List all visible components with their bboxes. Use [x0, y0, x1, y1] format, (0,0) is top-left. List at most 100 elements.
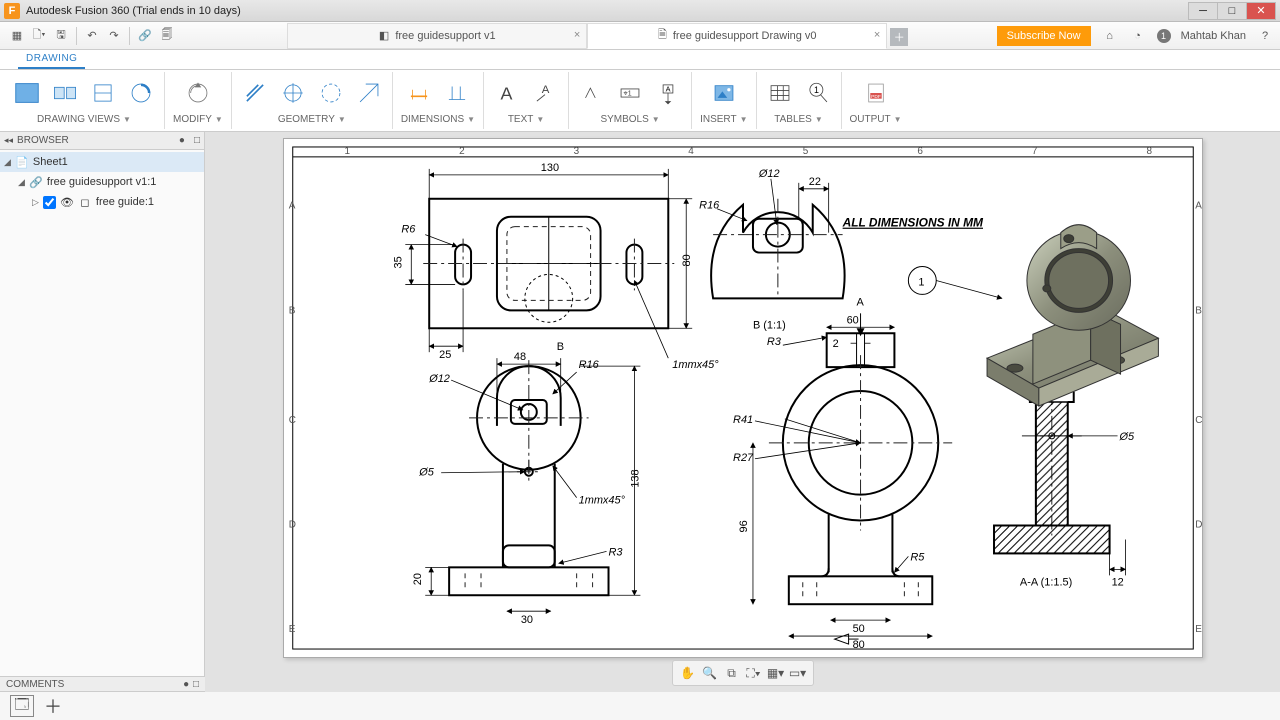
surface-texture-icon[interactable]: [577, 76, 607, 110]
tree-body[interactable]: ▷ 👁 ◻ free guide:1: [0, 192, 204, 212]
text-icon[interactable]: A: [492, 76, 522, 110]
leader-text-icon[interactable]: A: [530, 76, 560, 110]
svg-text:Ø12: Ø12: [757, 168, 779, 180]
drawing-sheet[interactable]: 1 2 3 4 5 6 7 8 AA BB CC DD EE ALL DIMEN…: [283, 138, 1203, 658]
projected-view-icon[interactable]: [50, 76, 80, 110]
tree-sheet[interactable]: ◢ 📄 Sheet1: [0, 152, 204, 172]
svg-text:A: A: [856, 296, 864, 308]
centerline-icon[interactable]: [240, 76, 270, 110]
sheet-icon[interactable]: 🗐: [156, 25, 178, 47]
svg-text:5: 5: [802, 146, 808, 157]
centermark-icon[interactable]: [278, 76, 308, 110]
detail-b[interactable]: R16 Ø12 22 B (1:1): [699, 168, 844, 331]
tree-model[interactable]: ◢ 🔗 free guidesupport v1:1: [0, 172, 204, 192]
tab-close-icon[interactable]: ×: [574, 29, 580, 41]
doc-tab-design[interactable]: ◧ free guidesupport v1 ×: [287, 23, 587, 49]
svg-text:⌖1: ⌖1: [624, 88, 632, 97]
svg-text:R6: R6: [401, 224, 416, 236]
add-sheet-icon[interactable]: ＋: [44, 693, 62, 719]
svg-text:PDF: PDF: [871, 94, 881, 100]
subscribe-button[interactable]: Subscribe Now: [997, 26, 1091, 46]
eye-icon[interactable]: 👁: [60, 195, 74, 209]
link-icon[interactable]: 🔗: [134, 25, 156, 47]
iso-view[interactable]: [987, 225, 1158, 406]
detail-view-icon[interactable]: [126, 76, 156, 110]
svg-text:7: 7: [1031, 146, 1037, 157]
sheet-thumb[interactable]: 🗔: [10, 695, 34, 717]
insert-image-icon[interactable]: [709, 76, 739, 110]
notification-badge[interactable]: 1: [1157, 29, 1171, 43]
new-icon[interactable]: 🗋▾: [28, 25, 50, 47]
workspace-tab-drawing[interactable]: DRAWING: [18, 50, 85, 69]
svg-text:C: C: [1195, 415, 1202, 426]
svg-text:50: 50: [852, 623, 864, 635]
column-labels: 1 2 3 4 5 6 7 8: [292, 146, 1193, 157]
output-pdf-icon[interactable]: PDF: [861, 76, 891, 110]
close-button[interactable]: ✕: [1246, 2, 1276, 20]
top-view[interactable]: 130 80 25 35 R6 1mmx45° B: [392, 162, 719, 371]
section-a-a[interactable]: Ø5 A-A (1:1.5) 12: [994, 365, 1135, 588]
zoom-icon[interactable]: 🔍: [701, 664, 719, 682]
collapse-icon[interactable]: ◢: [18, 177, 25, 188]
section-view-icon[interactable]: [88, 76, 118, 110]
table-icon[interactable]: [765, 76, 795, 110]
fit-icon[interactable]: ⛶▾: [745, 664, 763, 682]
pan-icon[interactable]: ✋: [679, 664, 697, 682]
tab-add-icon[interactable]: ＋: [890, 28, 908, 46]
minimize-button[interactable]: ─: [1188, 2, 1218, 20]
panel-close-icon[interactable]: □: [194, 135, 200, 146]
balloon-1[interactable]: 1: [908, 267, 1002, 299]
link-icon: 🔗: [29, 175, 43, 189]
svg-text:R41: R41: [733, 414, 753, 426]
datum-icon[interactable]: A: [653, 76, 683, 110]
workspace-strip: DRAWING: [0, 50, 1280, 70]
drawing-canvas[interactable]: 1 2 3 4 5 6 7 8 AA BB CC DD EE ALL DIMEN…: [205, 132, 1280, 692]
svg-text:C: C: [288, 415, 295, 426]
display-icon[interactable]: ▭▾: [789, 664, 807, 682]
feature-frame-icon[interactable]: ⌖1: [615, 76, 645, 110]
group-label-insert: INSERT: [700, 114, 737, 125]
disclosure-icon[interactable]: ◂◂: [4, 135, 13, 146]
save-icon[interactable]: 🖫: [50, 25, 72, 47]
svg-text:B (1:1): B (1:1): [752, 319, 785, 331]
group-label-output: OUTPUT: [850, 114, 891, 125]
visibility-checkbox[interactable]: [43, 196, 56, 209]
doc-tab-drawing[interactable]: 🗎 free guidesupport Drawing v0 × ＋: [587, 23, 887, 49]
browser-header[interactable]: ◂◂ BROWSER ● □: [0, 132, 204, 150]
panel-close-icon[interactable]: □: [190, 679, 199, 690]
group-label-dimensions: DIMENSIONS: [401, 114, 464, 125]
tab-close-icon[interactable]: ×: [874, 29, 880, 41]
svg-text:3: 3: [573, 146, 579, 157]
side-view[interactable]: A 60 2 R3 R41: [733, 296, 952, 651]
zoom-window-icon[interactable]: ⧉: [723, 664, 741, 682]
svg-text:R16: R16: [699, 200, 720, 212]
user-name[interactable]: Mahtab Khan: [1181, 30, 1246, 42]
base-view-icon[interactable]: [12, 76, 42, 110]
job-status-icon[interactable]: ◔: [1129, 27, 1147, 45]
group-label-modify: MODIFY: [173, 114, 212, 125]
edge-extension-icon[interactable]: [354, 76, 384, 110]
help-icon[interactable]: ?: [1256, 27, 1274, 45]
main-area: ◂◂ BROWSER ● □ ◢ 📄 Sheet1 ◢ 🔗 free guide…: [0, 132, 1280, 692]
centermark-pattern-icon[interactable]: [316, 76, 346, 110]
grid-icon[interactable]: ▦▾: [767, 664, 785, 682]
group-label-views: DRAWING VIEWS▼: [37, 114, 131, 125]
maximize-button[interactable]: □: [1217, 2, 1247, 20]
undo-icon[interactable]: ↶: [81, 25, 103, 47]
panel-settings-icon[interactable]: ●: [183, 679, 190, 690]
redo-icon[interactable]: ↷: [103, 25, 125, 47]
balloon-icon[interactable]: 1: [803, 76, 833, 110]
ordinate-dim-icon[interactable]: [442, 76, 472, 110]
collapse-icon[interactable]: ◢: [4, 157, 11, 168]
front-view[interactable]: Ø12 48 R16 Ø5 1mmx45° 138 20 30 R3: [412, 351, 641, 626]
svg-text:R3: R3: [608, 546, 622, 558]
svg-text:B: B: [556, 341, 563, 353]
svg-text:1mmx45°: 1mmx45°: [672, 359, 719, 371]
panel-settings-icon[interactable]: ●: [179, 135, 186, 146]
dimension-icon[interactable]: [404, 76, 434, 110]
app-grid-icon[interactable]: ▦: [6, 25, 28, 47]
comments-header[interactable]: COMMENTS ● □: [0, 676, 205, 692]
expand-icon[interactable]: ▷: [32, 197, 39, 208]
extensions-icon[interactable]: ⌂: [1101, 27, 1119, 45]
move-icon[interactable]: [183, 76, 213, 110]
